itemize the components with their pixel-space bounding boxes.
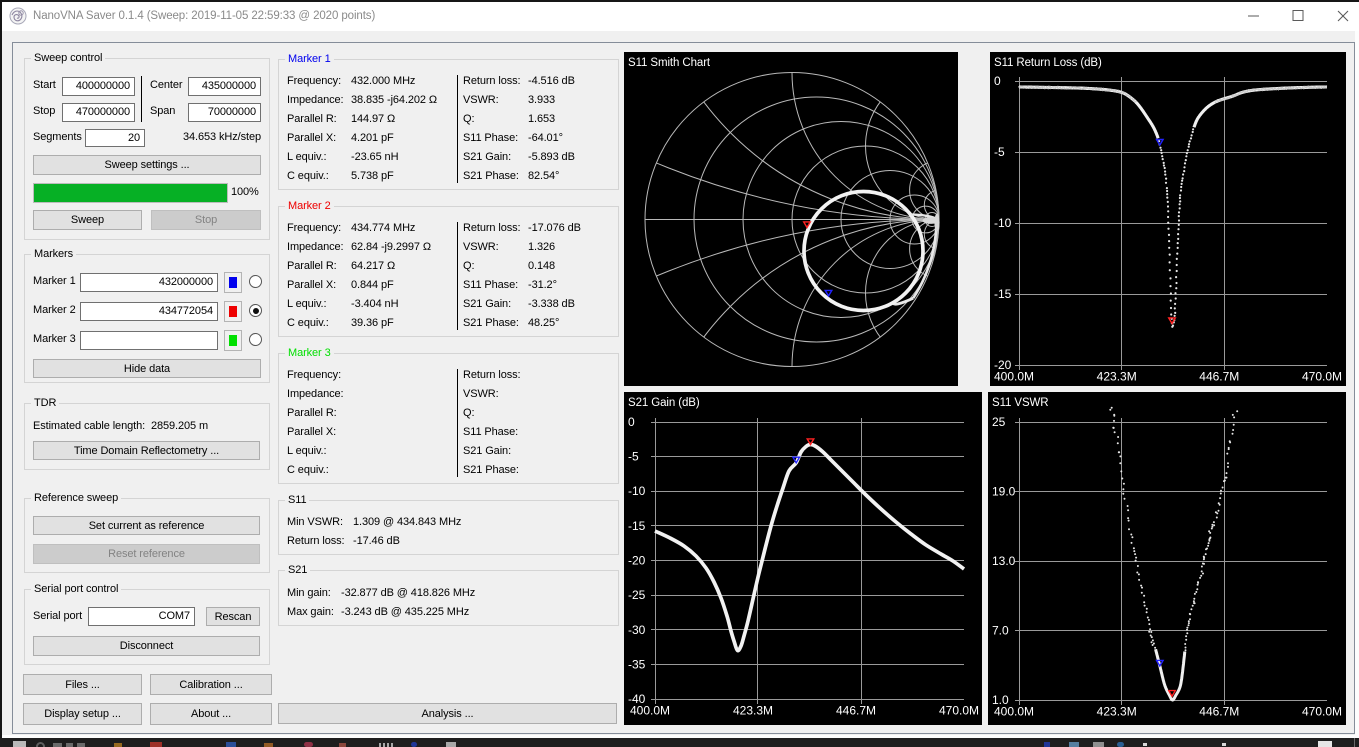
svg-text:423.3M: 423.3M [1097,370,1137,384]
svg-text:-5: -5 [994,145,1005,159]
svg-text:25: 25 [992,415,1006,429]
svg-text:19.0: 19.0 [992,485,1016,499]
svg-text:7.0: 7.0 [992,624,1009,638]
svg-text:-40: -40 [628,692,646,706]
svg-text:0: 0 [628,415,635,429]
svg-text:-25: -25 [628,588,646,602]
svg-text:-15: -15 [628,519,646,533]
svg-text:-35: -35 [628,657,646,671]
svg-text:S11 VSWR: S11 VSWR [992,397,1049,409]
svg-text:-10: -10 [628,484,646,498]
svg-text:S11 Smith Chart: S11 Smith Chart [628,57,711,69]
svg-text:S11 Return Loss (dB): S11 Return Loss (dB) [994,57,1102,69]
svg-text:470.0M: 470.0M [1302,705,1342,719]
svg-text:13.0: 13.0 [992,554,1016,568]
svg-text:446.7M: 446.7M [1199,705,1239,719]
svg-text:470.0M: 470.0M [1302,370,1342,384]
svg-text:-30: -30 [628,623,646,637]
svg-text:470.0M: 470.0M [939,704,979,718]
svg-text:0: 0 [994,74,1001,88]
svg-text:-15: -15 [994,287,1012,301]
svg-text:423.3M: 423.3M [1097,705,1137,719]
svg-text:446.7M: 446.7M [1199,370,1239,384]
svg-text:423.3M: 423.3M [733,704,773,718]
svg-text:-20: -20 [628,554,646,568]
svg-text:S21 Gain (dB): S21 Gain (dB) [628,397,700,409]
svg-text:-5: -5 [628,450,639,464]
svg-text:-10: -10 [994,216,1012,230]
svg-text:446.7M: 446.7M [836,704,876,718]
svg-text:-20: -20 [994,358,1012,372]
svg-text:1.0: 1.0 [992,693,1009,707]
